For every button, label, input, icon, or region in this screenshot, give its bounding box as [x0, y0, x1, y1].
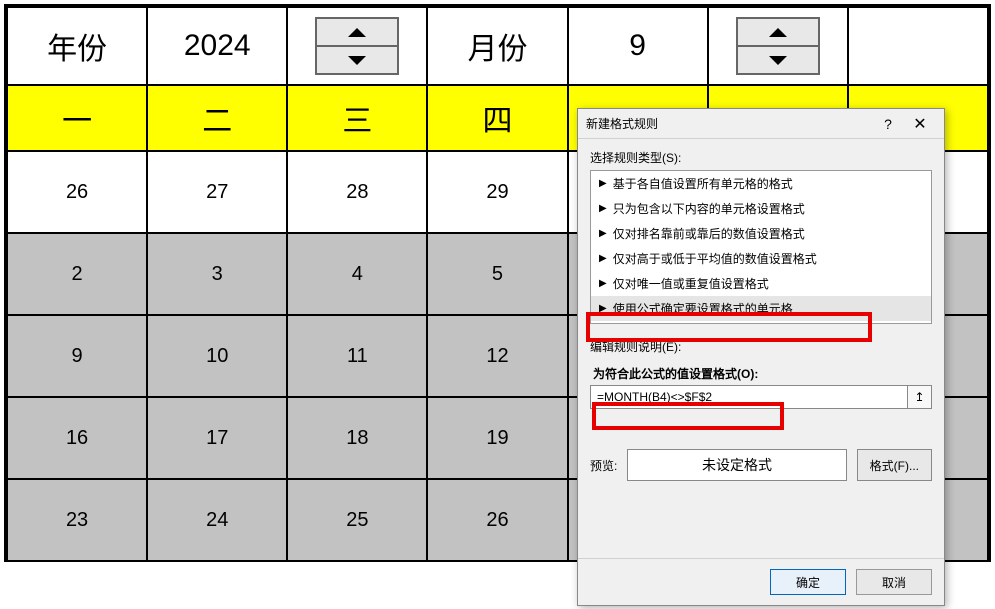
bullet-icon: ▶	[599, 203, 607, 214]
month-value-cell[interactable]: 9	[568, 7, 708, 85]
help-icon[interactable]: ?	[872, 110, 904, 138]
preview-box: 未设定格式	[627, 449, 846, 481]
rule-type-text: 基于各自值设置所有单元格的格式	[613, 175, 793, 192]
year-month-row: 年份 2024 月份 9	[7, 7, 988, 85]
month-spinner-cell	[708, 7, 848, 85]
calendar-cell[interactable]: 19	[427, 397, 567, 479]
cancel-button[interactable]: 取消	[856, 569, 932, 595]
rule-type-text: 仅对高于或低于平均值的数值设置格式	[613, 250, 817, 267]
bullet-icon: ▶	[599, 228, 607, 239]
blank-header-cell	[848, 7, 988, 85]
rule-type-item[interactable]: ▶ 基于各自值设置所有单元格的格式	[591, 171, 931, 196]
weekday-cell: 一	[7, 85, 147, 151]
bullet-icon: ▶	[599, 303, 607, 314]
ok-button[interactable]: 确定	[770, 569, 846, 595]
calendar-cell[interactable]: 27	[147, 151, 287, 233]
preview-row: 预览: 未设定格式 格式(F)...	[590, 449, 932, 481]
calendar-cell[interactable]: 16	[7, 397, 147, 479]
year-spin-down[interactable]	[317, 47, 397, 73]
dialog-titlebar[interactable]: 新建格式规则 ? ✕	[578, 109, 944, 139]
calendar-cell[interactable]: 5	[427, 233, 567, 315]
rule-type-list[interactable]: ▶ 基于各自值设置所有单元格的格式 ▶ 只为包含以下内容的单元格设置格式 ▶ 仅对排名…	[590, 170, 932, 324]
formula-label: 为符合此公式的值设置格式(O):	[593, 365, 932, 382]
calendar-cell[interactable]: 26	[7, 151, 147, 233]
year-spinner-cell	[287, 7, 427, 85]
bullet-icon: ▶	[599, 278, 607, 289]
formula-row: ↥	[590, 385, 932, 409]
calendar-cell[interactable]: 24	[147, 479, 287, 561]
calendar-cell[interactable]: 26	[427, 479, 567, 561]
month-spinner	[736, 17, 820, 75]
arrow-down-icon	[769, 56, 787, 65]
weekday-cell: 四	[427, 85, 567, 151]
select-rule-type-label: 选择规则类型(S):	[590, 149, 932, 166]
rule-type-item[interactable]: ▶ 仅对唯一值或重复值设置格式	[591, 271, 931, 296]
calendar-cell[interactable]: 28	[287, 151, 427, 233]
calendar-cell[interactable]: 11	[287, 315, 427, 397]
year-value-cell[interactable]: 2024	[147, 7, 287, 85]
dialog-title: 新建格式规则	[586, 115, 872, 132]
weekday-cell: 二	[147, 85, 287, 151]
arrow-down-icon	[348, 56, 366, 65]
bullet-icon: ▶	[599, 178, 607, 189]
calendar-cell[interactable]: 17	[147, 397, 287, 479]
calendar-cell[interactable]: 3	[147, 233, 287, 315]
rule-type-text: 只为包含以下内容的单元格设置格式	[613, 200, 805, 217]
dialog-footer: 确定 取消	[578, 558, 944, 605]
month-spin-up[interactable]	[738, 19, 818, 47]
range-select-icon[interactable]: ↥	[908, 385, 932, 409]
rule-type-item[interactable]: ▶ 仅对排名靠前或靠后的数值设置格式	[591, 221, 931, 246]
calendar-cell[interactable]: 9	[7, 315, 147, 397]
month-spin-down[interactable]	[738, 47, 818, 73]
rule-type-item[interactable]: ▶ 仅对高于或低于平均值的数值设置格式	[591, 246, 931, 271]
formula-input[interactable]	[590, 385, 908, 409]
year-label-cell: 年份	[7, 7, 147, 85]
rule-type-item-selected[interactable]: ▶ 使用公式确定要设置格式的单元格	[591, 296, 931, 321]
preview-label: 预览:	[590, 457, 617, 474]
month-label-cell: 月份	[427, 7, 567, 85]
calendar-cell[interactable]: 4	[287, 233, 427, 315]
close-icon[interactable]: ✕	[904, 110, 936, 138]
calendar-cell[interactable]: 12	[427, 315, 567, 397]
rule-type-text: 使用公式确定要设置格式的单元格	[613, 300, 793, 317]
calendar-cell[interactable]: 25	[287, 479, 427, 561]
edit-rule-description-label: 编辑规则说明(E):	[590, 338, 932, 355]
bullet-icon: ▶	[599, 253, 607, 264]
calendar-cell[interactable]: 29	[427, 151, 567, 233]
arrow-up-icon	[348, 28, 366, 37]
rule-type-text: 仅对排名靠前或靠后的数值设置格式	[613, 225, 805, 242]
calendar-cell[interactable]: 2	[7, 233, 147, 315]
calendar-cell[interactable]: 23	[7, 479, 147, 561]
arrow-up-icon	[769, 28, 787, 37]
weekday-cell: 三	[287, 85, 427, 151]
rule-type-item[interactable]: ▶ 只为包含以下内容的单元格设置格式	[591, 196, 931, 221]
year-spin-up[interactable]	[317, 19, 397, 47]
format-button[interactable]: 格式(F)...	[857, 449, 932, 481]
dialog-body: 选择规则类型(S): ▶ 基于各自值设置所有单元格的格式 ▶ 只为包含以下内容的单元…	[578, 139, 944, 558]
rule-type-text: 仅对唯一值或重复值设置格式	[613, 275, 769, 292]
calendar-cell[interactable]: 18	[287, 397, 427, 479]
calendar-cell[interactable]: 10	[147, 315, 287, 397]
new-format-rule-dialog: 新建格式规则 ? ✕ 选择规则类型(S): ▶ 基于各自值设置所有单元格的格式 ▶…	[577, 108, 945, 606]
year-spinner	[315, 17, 399, 75]
